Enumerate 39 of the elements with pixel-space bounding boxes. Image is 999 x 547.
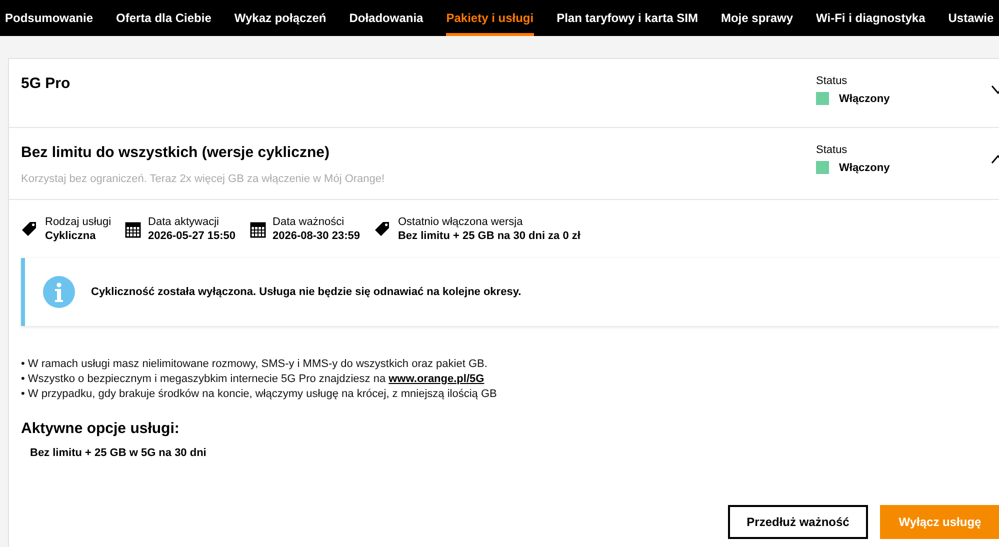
status-value: Włączony: [839, 92, 890, 104]
status-label: Status: [816, 75, 848, 87]
service-name: 5G Pro: [21, 75, 72, 92]
calendar-icon: [125, 220, 142, 238]
tag-icon: [374, 220, 391, 238]
nav-tab[interactable]: Oferta dla Ciebie: [116, 0, 212, 36]
nav-tab[interactable]: Ustawie: [948, 0, 994, 36]
bullet-text: • W przypadku, gdy brakuje środków na koncie, włączymy usługę na krócej, z mniejszą ilością GB: [21, 388, 498, 400]
bullet-text: • Wszystko o bezpiecznym i megaszybkim internecie 5G Pro znajdziesz na www.orange.pl/5G: [21, 373, 486, 385]
nav-tab[interactable]: Podsumowanie: [5, 0, 94, 36]
detail-value: Bez limitu + 25 GB na 30 dni za 0 zł: [398, 230, 580, 242]
status-label: Status: [816, 144, 848, 156]
status-value: Włączony: [839, 162, 890, 174]
link[interactable]: www.orange.pl/5G: [388, 373, 484, 385]
bullet-text: • W ramach usługi masz nielimitowane rozmowy, SMS-y i MMS-y do wszystkich oraz pakiet GB.: [21, 358, 488, 370]
detail-value: 2026-08-30 23:59: [272, 230, 360, 242]
extend-button[interactable]: Przedłuż ważność: [728, 505, 868, 539]
service-name: Bez limitu do wszystkich (wersje cykliczne): [21, 144, 330, 161]
nav-tab[interactable]: Doładowania: [349, 0, 424, 36]
service-subtitle: Korzystaj bez ograniczeń. Teraz 2x więcej GB za włączenie w Mój Orange!: [21, 173, 386, 185]
nav-tab[interactable]: Moje sprawy: [720, 0, 794, 36]
info-icon: [43, 276, 75, 308]
detail-label: Data aktywacji: [148, 216, 220, 228]
service-header[interactable]: 5G Pro Status Włączony: [9, 59, 999, 128]
detail-value: 2026-05-27 15:50: [148, 230, 236, 242]
detail-label: Rodzaj usługi: [45, 216, 112, 228]
calendar-icon: [250, 220, 266, 238]
option-text: Bez limitu + 25 GB w 5G na 30 dni: [29, 447, 208, 459]
nav-tab[interactable]: Plan taryfowy i karta SIM: [556, 0, 698, 36]
nav-tab[interactable]: Pakiety i usługi: [446, 0, 534, 36]
detail-label: Ostatnio włączona wersja: [398, 216, 524, 228]
nav-tab[interactable]: Wi-Fi i diagnostyka: [816, 0, 926, 36]
nav-tab[interactable]: Wykaz połączeń: [234, 0, 326, 36]
notice-text: Cykliczność została wyłączona. Usługa nie będzie się odnawiać na kolejne okresy.: [91, 286, 522, 298]
section-heading: Aktywne opcje usługi:: [21, 420, 180, 437]
detail-label: Data ważności: [272, 216, 346, 228]
tag-icon: [21, 220, 38, 238]
service-header[interactable]: Bez limitu do wszystkich (wersje cykliczne) Korzystaj bez ograniczeń. Teraz 2x więcej GB za włączenie w Mój Orange! Status Włączony: [9, 128, 999, 200]
detail-value: Cykliczna: [45, 230, 97, 242]
